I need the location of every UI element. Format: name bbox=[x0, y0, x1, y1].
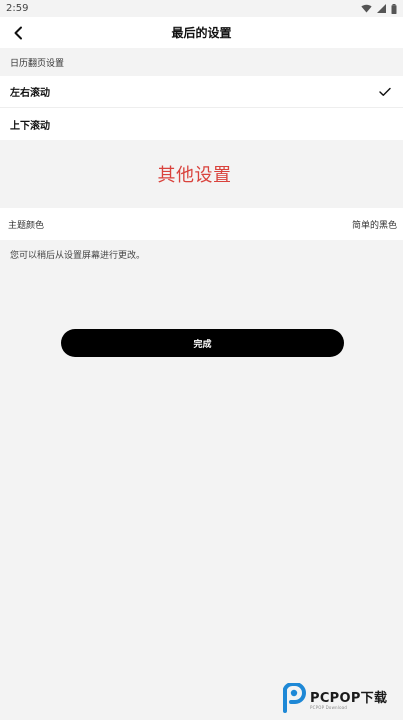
status-time: 2:59 bbox=[6, 3, 29, 14]
watermark-text: PCPOP下载 bbox=[310, 690, 388, 706]
battery-icon bbox=[391, 3, 397, 14]
option-vertical-scroll[interactable]: 上下滚动 bbox=[0, 108, 403, 140]
watermark: PCPOP下载 PCPOP Download bbox=[280, 682, 400, 714]
status-bar: 2:59 bbox=[0, 0, 403, 17]
page-title: 最后的设置 bbox=[171, 26, 232, 40]
theme-color-value: 简单的黑色 bbox=[351, 220, 397, 231]
calendar-section-header: 日历翻页设置 bbox=[0, 48, 403, 76]
option-horizontal-scroll[interactable]: 左右滚动 bbox=[0, 76, 403, 108]
theme-color-row[interactable]: 主题颜色 简单的黑色 bbox=[0, 208, 403, 240]
signal-icon bbox=[377, 4, 386, 13]
change-later-note: 您可以稍后从设置屏幕进行更改。 bbox=[10, 251, 146, 261]
done-button[interactable]: 完成 bbox=[61, 329, 344, 357]
status-icons bbox=[361, 3, 397, 14]
other-settings-title: 其他设置 bbox=[157, 165, 232, 186]
option-label: 左右滚动 bbox=[10, 88, 50, 99]
app-bar: 最后的设置 bbox=[0, 17, 403, 48]
pcpop-logo-icon bbox=[280, 682, 306, 713]
wifi-icon bbox=[361, 4, 372, 13]
check-icon bbox=[379, 87, 391, 96]
watermark-subtext: PCPOP Download bbox=[310, 704, 348, 710]
back-button[interactable] bbox=[8, 23, 28, 43]
option-label: 上下滚动 bbox=[10, 120, 50, 132]
back-arrow-icon bbox=[14, 26, 22, 40]
theme-color-label: 主题颜色 bbox=[8, 220, 45, 231]
other-settings-section: 其他设置 bbox=[0, 140, 403, 208]
